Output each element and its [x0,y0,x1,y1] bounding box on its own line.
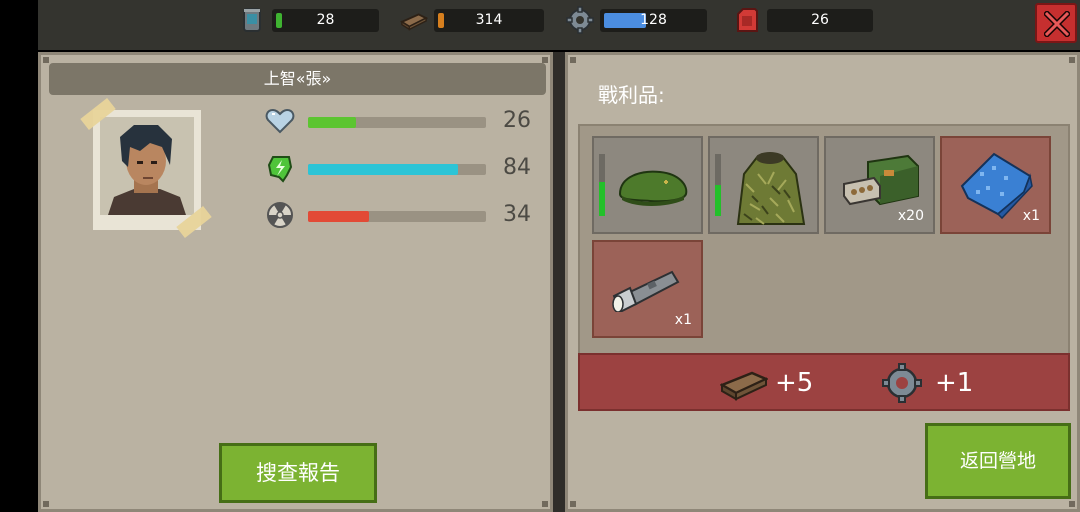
item-count: x1 [674,312,692,328]
ghillie-suit-icon [736,152,806,225]
resource-canister: 28 [238,6,383,34]
loot-slot[interactable]: x20 [824,136,935,234]
gear-icon [882,363,922,403]
energy-bar [308,164,458,175]
resource-fuel: 26 [733,6,875,34]
wood-count: 314 [475,12,503,28]
panel-rivet [1069,57,1075,63]
resource-wood: 314 [400,6,546,34]
heart-icon [265,108,295,134]
fuel-count: 26 [811,12,829,28]
panel-rivet [570,57,576,63]
fuel-can-icon [737,8,758,32]
radiation-stat: 34 [265,200,535,230]
reward-wood-amount: +5 [775,368,814,398]
gear-icon [566,6,594,34]
energy-value: 84 [503,155,531,180]
return-camp-button[interactable]: 返回營地 [925,423,1071,499]
health-value: 26 [503,108,531,133]
character-avatar [100,117,194,215]
energy-stat: 84 [265,153,535,183]
item-count: x20 [897,208,924,224]
loot-panel: 戰利品: x20 x1 x1 +5 +1 返回營地 [565,52,1080,512]
panel-rivet [43,501,49,507]
wood-plank-icon [720,371,768,401]
character-portrait [80,98,212,238]
ammo-box-icon [843,154,919,206]
durability-bar [715,154,721,216]
character-panel: 上智«張» 26 84 34 搜查報告 [38,52,553,512]
radiation-icon [267,202,293,228]
green-beret-icon [618,170,688,206]
durability-bar [599,154,605,216]
item-count: x1 [1022,208,1040,224]
gear-count: 128 [640,12,667,28]
health-stat: 26 [265,106,535,136]
resource-gear: 128 [566,6,711,34]
panel-rivet [542,501,548,507]
energy-icon [267,156,293,183]
search-report-button[interactable]: 搜查報告 [219,443,377,503]
reward-gear: +1 [880,363,980,403]
panel-rivet [570,501,576,507]
canister-count: 28 [316,12,335,28]
panel-rivet [43,57,49,63]
loot-slot[interactable]: x1 [592,240,703,338]
wood-plank-icon [400,13,428,31]
character-name: 上智«張» [49,63,546,95]
close-icon [1044,11,1070,37]
close-button[interactable] [1035,3,1077,43]
loot-title: 戰利品: [598,83,665,107]
reward-gear-amount: +1 [935,368,974,398]
radiation-value: 34 [503,202,531,227]
flashlight-icon [612,270,680,312]
reward-bar: +5 +1 [578,353,1070,411]
panel-rivet [542,57,548,63]
loot-slot[interactable]: x1 [940,136,1051,234]
loot-slot[interactable] [708,136,819,234]
loot-slot[interactable] [592,136,703,234]
health-bar [308,117,357,128]
resource-bar: 28 314 128 26 [38,0,1080,50]
canister-icon [243,8,261,32]
panel-rivet [1069,501,1075,507]
radiation-bar [308,211,369,222]
reward-wood: +5 [720,363,830,403]
panel-divider [553,52,565,512]
